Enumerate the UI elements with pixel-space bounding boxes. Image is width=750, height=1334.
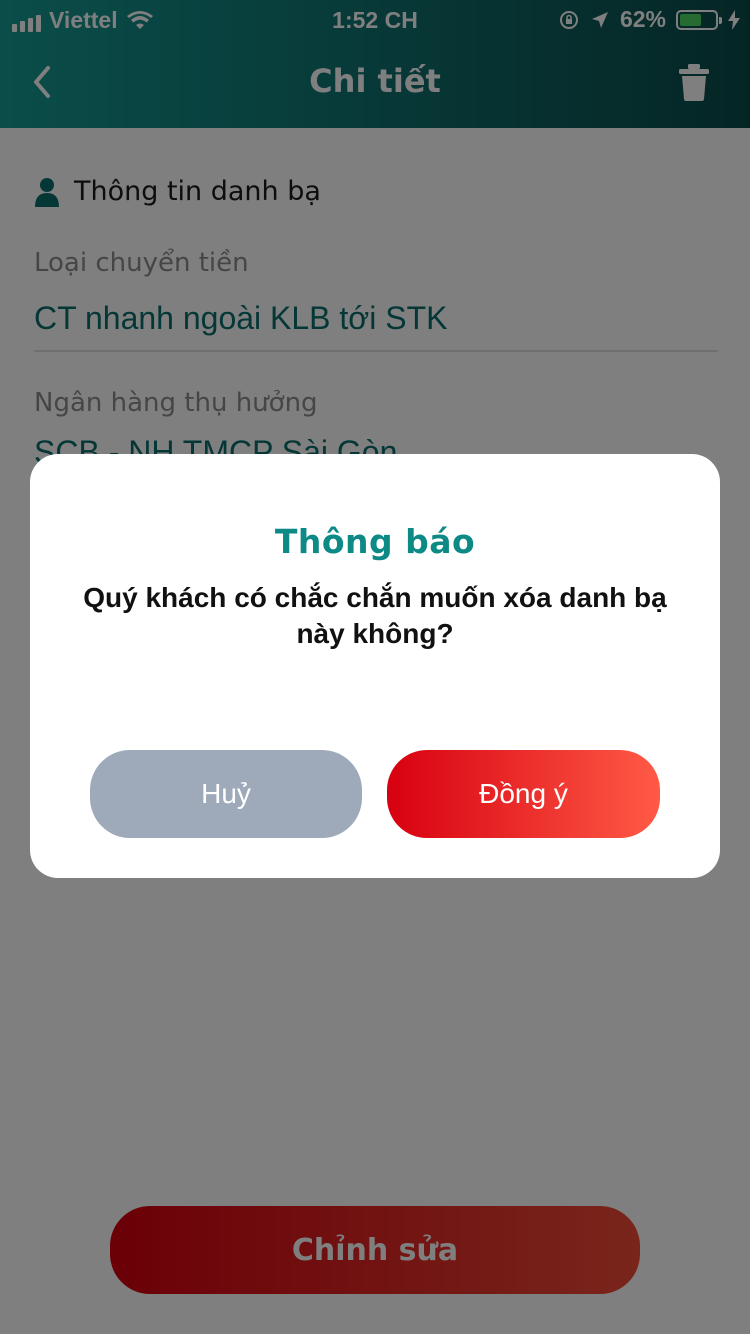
dialog-title: Thông báo bbox=[274, 522, 476, 561]
confirm-delete-dialog: Thông báo Quý khách có chắc chắn muốn xó… bbox=[30, 454, 720, 878]
dialog-message: Quý khách có chắc chắn muốn xóa danh bạ … bbox=[83, 582, 667, 649]
confirm-button[interactable]: Đồng ý bbox=[387, 750, 660, 838]
cancel-button[interactable]: Huỷ bbox=[90, 750, 362, 838]
